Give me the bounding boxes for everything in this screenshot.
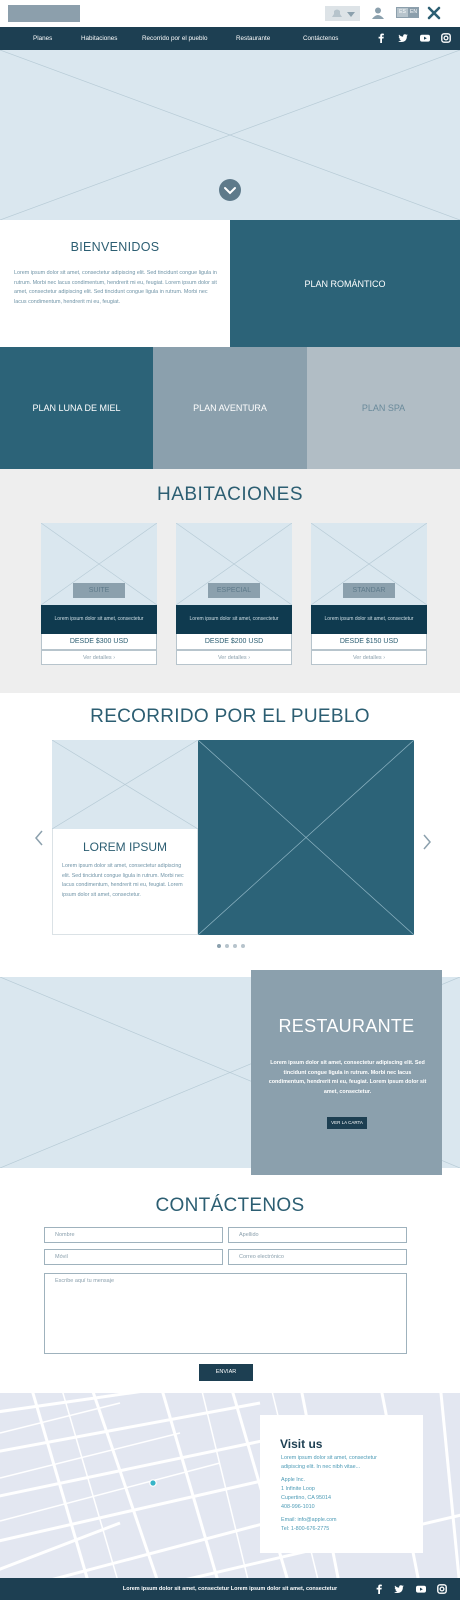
room-card-especial: ESPECIAL Lorem ipsum dolor sit amet, con…	[176, 523, 292, 665]
plan-spa-label: PLAN SPA	[361, 403, 406, 413]
plan-romantico-tile[interactable]: PLAN ROMÁNTICO	[230, 220, 460, 347]
language-toggle[interactable]: ES EN	[396, 7, 419, 18]
plan-romantico-label: PLAN ROMÁNTICO	[304, 278, 386, 289]
nav-item-planes[interactable]: Planes	[33, 27, 52, 50]
twitter-icon[interactable]	[398, 33, 408, 43]
lastname-field[interactable]: Apellido	[228, 1227, 407, 1243]
plan-aventura-tile[interactable]: PLAN AVENTURA	[153, 347, 307, 469]
tour-card-image-placeholder	[52, 740, 198, 829]
room-type-badge: STANDAR	[343, 583, 395, 598]
carousel-prev-arrow[interactable]	[33, 829, 45, 847]
send-button[interactable]: ENVIAR	[199, 1364, 253, 1381]
room-details-link[interactable]: Ver detalles ›	[41, 650, 157, 665]
welcome-title: BIENVENIDOS	[70, 240, 160, 254]
carousel-dot-active[interactable]	[217, 944, 221, 948]
room-details-link[interactable]: Ver detalles ›	[311, 650, 427, 665]
youtube-icon[interactable]	[416, 1584, 426, 1594]
room-description: Lorem ipsum dolor sit amet, consectetur	[311, 605, 427, 634]
visit-text: Lorem ipsum dolor sit amet, consectetur	[281, 1455, 377, 1461]
bell-icon	[332, 9, 355, 17]
plan-luna-de-miel-tile[interactable]: PLAN LUNA DE MIEL	[0, 347, 153, 469]
visit-address: 1 Infinite Loop	[281, 1486, 315, 1492]
room-card-standar: STANDAR Lorem ipsum dolor sit amet, cons…	[311, 523, 427, 665]
chevron-right-icon: ›	[383, 655, 386, 661]
scroll-down-button[interactable]	[219, 179, 241, 201]
tour-card-title: LOREM IPSUM	[82, 840, 167, 854]
visit-company: Apple Inc.	[281, 1477, 305, 1483]
room-card-suite: SUITE Lorem ipsum dolor sit amet, consec…	[41, 523, 157, 665]
visit-card	[260, 1415, 423, 1553]
view-menu-button[interactable]: VER LA CARTA	[327, 1117, 367, 1129]
carousel-dot[interactable]	[233, 944, 237, 948]
room-type-badge: SUITE	[73, 583, 125, 598]
lang-option-es[interactable]: ES	[397, 8, 408, 17]
lang-option-en[interactable]: EN	[408, 8, 419, 17]
carousel-dot[interactable]	[241, 944, 245, 948]
rooms-title: HABITACIONES	[156, 484, 304, 505]
facebook-icon[interactable]	[376, 33, 386, 43]
room-details-label: Ver detalles	[217, 655, 247, 661]
instagram-icon[interactable]	[441, 33, 451, 43]
close-icon[interactable]	[427, 6, 441, 20]
nav-item-contactenos[interactable]: Contáctenos	[303, 27, 338, 50]
room-type-badge: ESPECIAL	[208, 583, 260, 598]
notification-dropdown[interactable]	[325, 6, 360, 21]
nav-item-restaurante[interactable]: Restaurante	[236, 27, 270, 50]
nav-item-habitaciones[interactable]: Habitaciones	[81, 27, 117, 50]
carousel-next-arrow[interactable]	[421, 833, 433, 851]
carousel-pagination	[216, 944, 246, 949]
room-description: Lorem ipsum dolor sit amet, consectetur	[41, 605, 157, 634]
tour-main-image-placeholder	[198, 740, 414, 935]
chevron-right-icon: ›	[113, 655, 116, 661]
visit-email[interactable]: Email: info@apple.com	[281, 1517, 337, 1523]
room-price: DESDE $200 USD	[176, 634, 292, 650]
room-details-label: Ver detalles	[352, 655, 382, 661]
room-details-link[interactable]: Ver detalles ›	[176, 650, 292, 665]
contact-title: CONTÁCTENOS	[155, 1195, 305, 1216]
chevron-down-icon	[224, 187, 236, 195]
name-field[interactable]: Nombre	[44, 1227, 223, 1243]
visit-tel[interactable]: Tel: 1-800-676-2775	[281, 1526, 329, 1532]
footer-text: Lorem ipsum dolor sit amet, consectetur …	[122, 1586, 338, 1592]
tour-card-text: Lorem ipsum dolor sit amet, consectetur …	[62, 863, 184, 898]
email-field[interactable]: Correo electrónico	[228, 1249, 407, 1265]
restaurant-title: RESTAURANTE	[278, 1016, 415, 1036]
carousel-dot[interactable]	[225, 944, 229, 948]
mobile-field[interactable]: Móvil	[44, 1249, 223, 1265]
visit-phone: 408-996-1010	[281, 1504, 315, 1510]
twitter-icon[interactable]	[394, 1584, 404, 1594]
main-nav: Planes Habitaciones Recorrido por el pue…	[0, 27, 460, 50]
user-icon[interactable]	[372, 7, 384, 19]
restaurant-text: Lorem ipsum dolor sit amet, consectetur …	[268, 1060, 427, 1095]
map-pin-icon	[149, 1479, 157, 1487]
visit-title: Visit us	[280, 1437, 323, 1451]
logo[interactable]	[8, 5, 80, 22]
chevron-down-icon	[347, 12, 355, 17]
visit-text: adipiscing elit. In nec nibh vitae...	[281, 1464, 361, 1470]
youtube-icon[interactable]	[420, 33, 430, 43]
room-details-label: Ver detalles	[82, 655, 112, 661]
welcome-text: Lorem ipsum dolor sit amet, consectetur …	[14, 270, 217, 305]
plan-aventura-label: PLAN AVENTURA	[193, 403, 267, 413]
facebook-icon[interactable]	[374, 1584, 384, 1594]
plan-luna-de-miel-label: PLAN LUNA DE MIEL	[32, 403, 121, 413]
room-price: DESDE $300 USD	[41, 634, 157, 650]
message-textarea[interactable]: Escribe aquí tu mensaje	[44, 1273, 407, 1354]
tour-title: RECORRIDO POR EL PUEBLO	[90, 706, 370, 727]
instagram-icon[interactable]	[437, 1584, 447, 1594]
room-description: Lorem ipsum dolor sit amet, consectetur	[176, 605, 292, 634]
chevron-right-icon: ›	[248, 655, 251, 661]
nav-item-recorrido[interactable]: Recorrido por el pueblo	[142, 27, 207, 50]
room-price: DESDE $150 USD	[311, 634, 427, 650]
visit-address: Cupertino, CA 95014	[281, 1495, 332, 1501]
plan-spa-tile[interactable]: PLAN SPA	[307, 347, 460, 469]
